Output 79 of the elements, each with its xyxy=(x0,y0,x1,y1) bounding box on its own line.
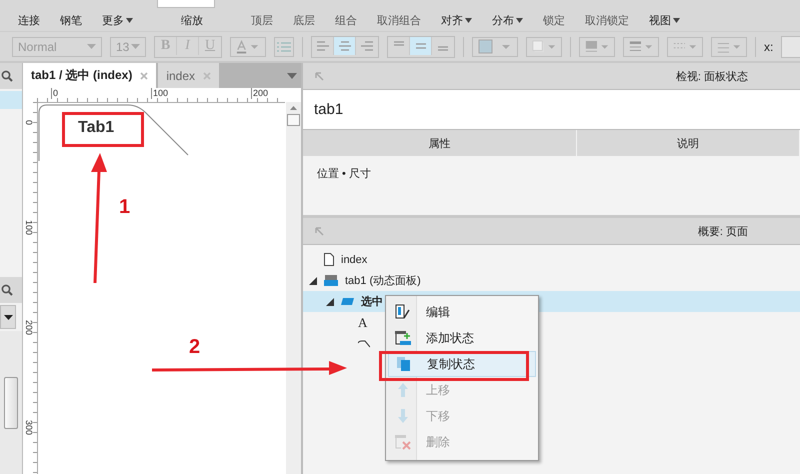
shadow-dropdown[interactable] xyxy=(526,36,562,56)
inspector-tab[interactable]: 说明 xyxy=(577,130,800,156)
caret-icon xyxy=(465,18,472,22)
up-arrow-icon xyxy=(397,382,409,398)
line-widget-icon xyxy=(358,340,370,348)
vertical-ruler: 0 100 200 300 xyxy=(23,102,38,474)
delete-icon xyxy=(395,434,411,450)
panel-title: 概要: 页面 xyxy=(698,224,748,238)
close-icon[interactable] xyxy=(140,72,148,80)
panel-title: 检视: 面板状态 xyxy=(676,70,748,84)
page-icon xyxy=(324,253,334,266)
copy-icon xyxy=(396,356,412,372)
search-icon[interactable] xyxy=(1,284,13,296)
toolbar-button[interactable]: 视图 xyxy=(639,9,690,31)
horizontal-ruler: 0 100 200 xyxy=(37,88,285,103)
tab-label: Tab1 xyxy=(78,119,114,137)
x-field[interactable] xyxy=(781,36,800,58)
menu-item[interactable]: 添加状态 xyxy=(388,325,536,351)
outline-item[interactable]: tab1 (动态面板) xyxy=(309,270,421,291)
caret-icon xyxy=(126,18,133,22)
close-icon[interactable] xyxy=(203,72,212,80)
state-icon xyxy=(341,298,354,305)
vertical-align-icon xyxy=(414,40,426,50)
toolbar-button[interactable]: 分布 xyxy=(482,9,533,31)
align-icon xyxy=(338,40,350,50)
caret-icon xyxy=(87,44,96,49)
caret-icon xyxy=(131,44,140,49)
arrow-style-dropdown[interactable] xyxy=(711,36,747,56)
align-icon xyxy=(361,40,373,50)
expand-icon[interactable] xyxy=(309,276,317,284)
text-color-dropdown[interactable] xyxy=(230,36,266,56)
bullet-list-button[interactable] xyxy=(274,36,294,56)
caret-icon xyxy=(4,314,12,320)
fill-color-icon xyxy=(478,38,512,54)
border-dropdown[interactable] xyxy=(579,36,615,56)
vertical-align-button[interactable] xyxy=(410,36,432,54)
selected-page-row[interactable] xyxy=(0,91,22,109)
search-icon[interactable] xyxy=(1,70,13,82)
panel-icon xyxy=(324,275,338,286)
scrollbar-thumb[interactable] xyxy=(4,376,18,428)
document-tab[interactable]: tab1 / 选中 (index) xyxy=(23,63,156,88)
menu-item[interactable]: 编辑 xyxy=(388,299,536,325)
add-state-icon xyxy=(395,330,411,346)
text-color-icon xyxy=(236,38,260,54)
caret-icon xyxy=(516,18,523,22)
align-icon xyxy=(316,40,328,50)
section-title[interactable]: 位置 • 尺寸 xyxy=(317,168,371,180)
library-dropdown[interactable] xyxy=(0,305,16,329)
toolbar-button[interactable]: 连接 xyxy=(8,9,50,31)
expand-icon[interactable] xyxy=(326,298,334,306)
text-widget-icon: A xyxy=(358,314,370,330)
bullet-list-icon xyxy=(277,42,291,52)
outline-item[interactable]: 选中 xyxy=(326,291,383,312)
toolbar-button[interactable]: 钢笔 xyxy=(50,9,92,31)
down-arrow-icon xyxy=(397,408,409,424)
x-label: x: xyxy=(764,40,774,54)
widget-name: tab1 xyxy=(303,90,800,130)
document-tab[interactable]: index xyxy=(158,63,220,88)
tab-menu-icon[interactable] xyxy=(287,72,297,78)
outline-item[interactable]: A xyxy=(343,312,370,333)
zoom-field[interactable] xyxy=(157,0,215,8)
caret-icon xyxy=(673,18,680,22)
line-style-dropdown[interactable] xyxy=(667,36,703,56)
scroll-up-icon[interactable] xyxy=(290,106,297,110)
step-number: 1 xyxy=(119,196,130,219)
scrollbar-thumb[interactable] xyxy=(287,114,300,126)
toolbar-button[interactable]: 更多 xyxy=(92,9,143,31)
dock-icon[interactable] xyxy=(315,72,324,80)
border-icon xyxy=(585,38,609,54)
toolbar-button[interactable]: 缩放 xyxy=(171,9,213,31)
line-weight-dropdown[interactable] xyxy=(623,36,659,56)
edit-icon xyxy=(395,304,411,320)
align-button[interactable] xyxy=(334,36,356,54)
outline-item[interactable]: index xyxy=(309,249,368,270)
toolbar-button[interactable]: 对齐 xyxy=(431,9,482,31)
step-number: 2 xyxy=(189,336,200,359)
dock-icon[interactable] xyxy=(315,226,324,236)
fill-color-dropdown[interactable] xyxy=(472,36,518,56)
inspector-tab[interactable]: 属性 xyxy=(303,130,577,156)
